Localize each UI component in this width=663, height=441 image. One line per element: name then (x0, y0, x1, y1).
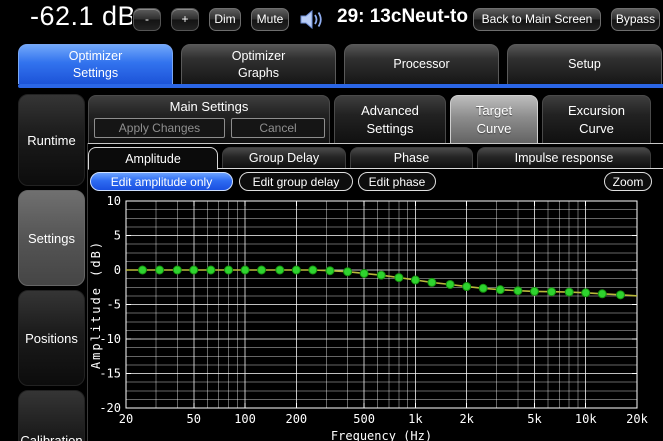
tab-phase[interactable]: Phase (350, 147, 473, 168)
svg-text:5: 5 (114, 229, 121, 243)
svg-text:20k: 20k (626, 412, 648, 426)
svg-text:1k: 1k (408, 412, 423, 426)
tab-target-curve[interactable]: Target Curve (450, 95, 538, 143)
sidebar-item-runtime[interactable]: Runtime (18, 94, 85, 186)
optimizer-settings-screen: -62.1 dB - + Dim Mute 29: 13cNeut-to Bac… (0, 0, 663, 441)
speaker-icon (299, 8, 327, 31)
tab-amplitude[interactable]: Amplitude (88, 147, 218, 170)
tab-excursion-curve[interactable]: Excursion Curve (542, 95, 651, 143)
svg-text:-20: -20 (99, 401, 121, 415)
edit-amplitude-only-button[interactable]: Edit amplitude only (90, 172, 233, 191)
mute-button[interactable]: Mute (251, 8, 289, 31)
bypass-button[interactable]: Bypass (611, 8, 660, 31)
svg-text:200: 200 (285, 412, 307, 426)
svg-text:Frequency (Hz): Frequency (Hz) (331, 429, 432, 441)
target-curve-chart[interactable]: 20501002005001k2k5k10k20k1050-5-10-15-20… (88, 193, 663, 441)
volume-display: -62.1 dB (30, 1, 136, 32)
edit-phase-button[interactable]: Edit phase (358, 172, 436, 191)
active-tab-underline (18, 84, 663, 88)
tab-group-delay[interactable]: Group Delay (222, 147, 346, 168)
svg-text:5k: 5k (527, 412, 542, 426)
volume-up-button[interactable]: + (171, 8, 199, 31)
tab-advanced-settings[interactable]: Advanced Settings (334, 95, 446, 143)
subrow-divider (88, 143, 663, 144)
sidebar-item-calibration[interactable]: Calibration (18, 390, 85, 441)
main-tab-bar: Optimizer Settings Optimizer Graphs Proc… (18, 44, 662, 84)
apply-changes-button[interactable]: Apply Changes (94, 118, 225, 138)
back-to-main-screen-button[interactable]: Back to Main Screen (473, 8, 601, 31)
svg-text:100: 100 (234, 412, 256, 426)
svg-text:0: 0 (114, 263, 121, 277)
cancel-button[interactable]: Cancel (231, 118, 325, 138)
preset-title: 29: 13cNeut-to (337, 6, 468, 28)
svg-text:10k: 10k (575, 412, 597, 426)
tab-impulse-response[interactable]: Impulse response (477, 147, 651, 168)
svg-text:50: 50 (187, 412, 201, 426)
dim-button[interactable]: Dim (209, 8, 241, 31)
main-settings-section: Main Settings Apply Changes Cancel (88, 95, 330, 143)
svg-text:500: 500 (353, 412, 375, 426)
tab-optimizer-graphs[interactable]: Optimizer Graphs (181, 44, 336, 84)
sidebar-item-positions[interactable]: Positions (18, 290, 85, 386)
svg-text:Amplitude (dB): Amplitude (dB) (89, 240, 103, 369)
volume-down-button[interactable]: - (133, 8, 161, 31)
tab-optimizer-settings[interactable]: Optimizer Settings (18, 44, 173, 84)
target-curve-chart-svg[interactable]: 20501002005001k2k5k10k20k1050-5-10-15-20… (88, 193, 663, 441)
svg-text:-5: -5 (107, 298, 121, 312)
sidebar-item-settings[interactable]: Settings (18, 190, 85, 286)
svg-text:2k: 2k (459, 412, 474, 426)
svg-text:10: 10 (107, 194, 121, 208)
tab-processor[interactable]: Processor (344, 44, 499, 84)
tab-setup[interactable]: Setup (507, 44, 662, 84)
zoom-button[interactable]: Zoom (604, 172, 652, 191)
edit-group-delay-button[interactable]: Edit group delay (239, 172, 353, 191)
main-settings-title: Main Settings (89, 99, 329, 114)
